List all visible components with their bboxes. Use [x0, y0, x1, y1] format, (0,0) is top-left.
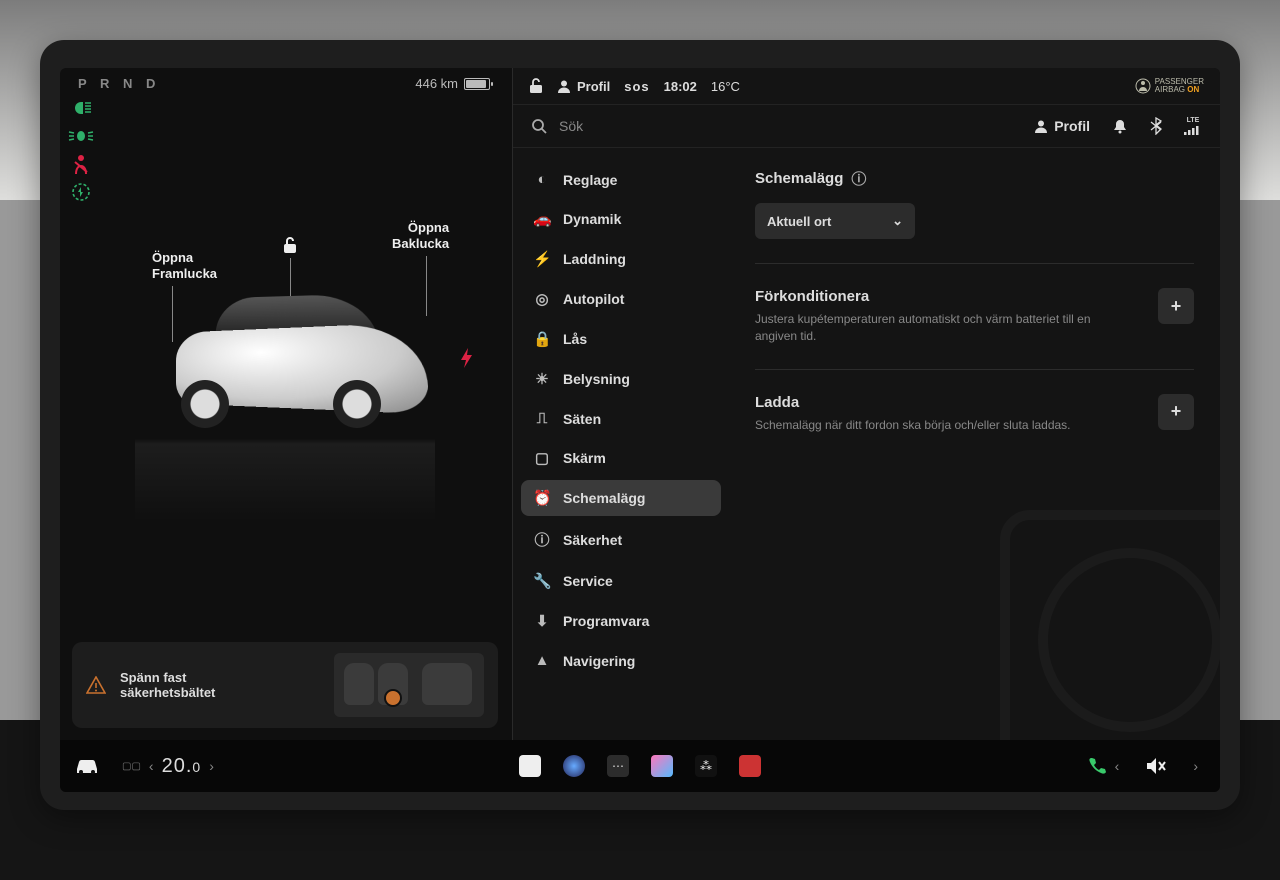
nav-belysning[interactable]: ☀Belysning [521, 361, 721, 397]
nav-navigering[interactable]: ▲Navigering [521, 643, 721, 678]
seatbelt-text: Spänn fastsäkerhetsbältet [120, 670, 215, 700]
seatbelt-warning-icon [68, 154, 94, 174]
add-precondition-button[interactable]: + [1158, 288, 1194, 324]
nav-dynamik[interactable]: 🚗Dynamik [521, 201, 721, 237]
charge-title: Ladda [755, 394, 1144, 411]
vehicle-render[interactable] [60, 288, 510, 461]
display-icon: ▢ [533, 449, 551, 467]
app-6-icon[interactable] [739, 755, 761, 777]
wrench-icon: 🔧 [533, 572, 551, 590]
schedule-panel: Schemalägg ⓘ Aktuell ort ⌄ Förkonditione… [729, 148, 1220, 740]
parking-light-icon [68, 126, 94, 146]
screen-bezel: P R N D 446 km ÖppnaFramlucka [40, 40, 1240, 810]
cabin-temp[interactable]: 20.0 [162, 755, 202, 778]
seat-icon: ⎍ [533, 410, 551, 427]
app-4-icon[interactable] [651, 755, 673, 777]
phone-app-icon[interactable] [1087, 756, 1107, 776]
status-bar: Profil sos 18:02 16°C PASSENGERAIRBAG ON [513, 68, 1220, 104]
nav-schemalagg[interactable]: ⏰Schemalägg [521, 480, 721, 516]
car-icon: 🚗 [533, 210, 551, 228]
nav-las[interactable]: 🔒Lås [521, 321, 721, 357]
precondition-row: Förkonditionera Justera kupétemperaturen… [755, 288, 1194, 345]
add-charge-button[interactable]: + [1158, 394, 1194, 430]
range-value: 446 km [415, 76, 458, 91]
nav-autopilot[interactable]: ◎Autopilot [521, 281, 721, 317]
nav-reglage[interactable]: ◐Reglage [521, 162, 721, 197]
temp-down-button[interactable]: ‹ [141, 758, 162, 774]
regen-limited-icon [68, 182, 94, 202]
bolt-icon: ⚡ [533, 250, 551, 268]
profile-chip[interactable]: Profil [1034, 118, 1090, 134]
battery-icon [464, 78, 490, 90]
sos-button[interactable]: sos [624, 79, 649, 94]
navigation-icon: ▲ [533, 652, 551, 669]
info-icon: ⓘ [533, 529, 551, 550]
charge-schedule-row: Ladda Schemalägg när ditt fordon ska bör… [755, 394, 1194, 434]
telltale-column [68, 98, 94, 202]
open-trunk-callout[interactable]: ÖppnaBaklucka [392, 220, 449, 253]
profile-button[interactable]: Profil [557, 79, 610, 94]
panel-title: Schemalägg [755, 170, 843, 187]
bottom-dock: ▢▢ ‹ 20.0 › ⋯ ⁂ ‹ › [60, 740, 1220, 792]
signal-icon[interactable]: LTE [1184, 117, 1202, 135]
seatbelt-reminder-card[interactable]: Spänn fastsäkerhetsbältet [72, 642, 498, 728]
lock-icon: 🔒 [533, 330, 551, 348]
vol-up-button[interactable]: › [1185, 758, 1206, 774]
vol-down-button[interactable]: ‹ [1107, 758, 1128, 774]
outside-temp: 16°C [711, 79, 740, 94]
tidal-app-icon[interactable]: ⁂ [695, 755, 717, 777]
nav-service[interactable]: 🔧Service [521, 563, 721, 599]
low-beam-icon [68, 98, 94, 118]
app-1-icon[interactable] [519, 755, 541, 777]
unlock-callout[interactable] [282, 236, 298, 254]
search-field[interactable]: Sök [531, 118, 1014, 134]
camera-app-icon[interactable] [563, 755, 585, 777]
nav-laddning[interactable]: ⚡Laddning [521, 241, 721, 277]
nav-saten[interactable]: ⎍Säten [521, 401, 721, 436]
info-icon[interactable]: ⓘ [851, 168, 866, 189]
clock-icon: ⏰ [533, 489, 551, 507]
toggle-icon: ◐ [533, 171, 551, 188]
clock: 18:02 [664, 79, 697, 94]
vehicle-status-pane: P R N D 446 km ÖppnaFramlucka [60, 68, 510, 740]
defrost-icons[interactable]: ▢▢ [122, 761, 141, 772]
seat-occupancy-diagram [334, 653, 484, 717]
nav-programvara[interactable]: ⬇Programvara [521, 603, 721, 639]
open-frunk-callout[interactable]: ÖppnaFramlucka [152, 250, 217, 283]
mute-icon[interactable] [1145, 757, 1167, 775]
warning-icon [86, 676, 106, 694]
all-apps-icon[interactable]: ⋯ [607, 755, 629, 777]
settings-sidebar: ◐Reglage 🚗Dynamik ⚡Laddning ◎Autopilot 🔒… [513, 148, 729, 740]
search-placeholder: Sök [559, 118, 583, 134]
settings-pane: Profil sos 18:02 16°C PASSENGERAIRBAG ON… [512, 68, 1220, 740]
search-icon [531, 118, 547, 134]
chevron-down-icon: ⌄ [892, 213, 903, 229]
notifications-icon[interactable] [1112, 118, 1128, 134]
lock-icon[interactable] [529, 78, 543, 94]
gear-selector: P R N D [78, 76, 160, 91]
car-app-icon[interactable] [74, 757, 100, 775]
precondition-title: Förkonditionera [755, 288, 1144, 305]
touchscreen: P R N D 446 km ÖppnaFramlucka [60, 68, 1220, 792]
temp-up-button[interactable]: › [201, 758, 222, 774]
precondition-desc: Justera kupétemperaturen automatiskt och… [755, 311, 1115, 345]
range-indicator[interactable]: 446 km [415, 76, 490, 91]
nav-sakerhet[interactable]: ⓘSäkerhet [521, 520, 721, 559]
dealer-watermark [1000, 510, 1220, 770]
nav-skarm[interactable]: ▢Skärm [521, 440, 721, 476]
charge-desc: Schemalägg när ditt fordon ska börja och… [755, 417, 1115, 434]
location-dropdown[interactable]: Aktuell ort ⌄ [755, 203, 915, 239]
bluetooth-icon[interactable] [1150, 117, 1162, 135]
steering-icon: ◎ [533, 290, 551, 308]
passenger-airbag-status: PASSENGERAIRBAG ON [1135, 78, 1204, 95]
download-icon: ⬇ [533, 612, 551, 630]
light-icon: ☀ [533, 370, 551, 388]
